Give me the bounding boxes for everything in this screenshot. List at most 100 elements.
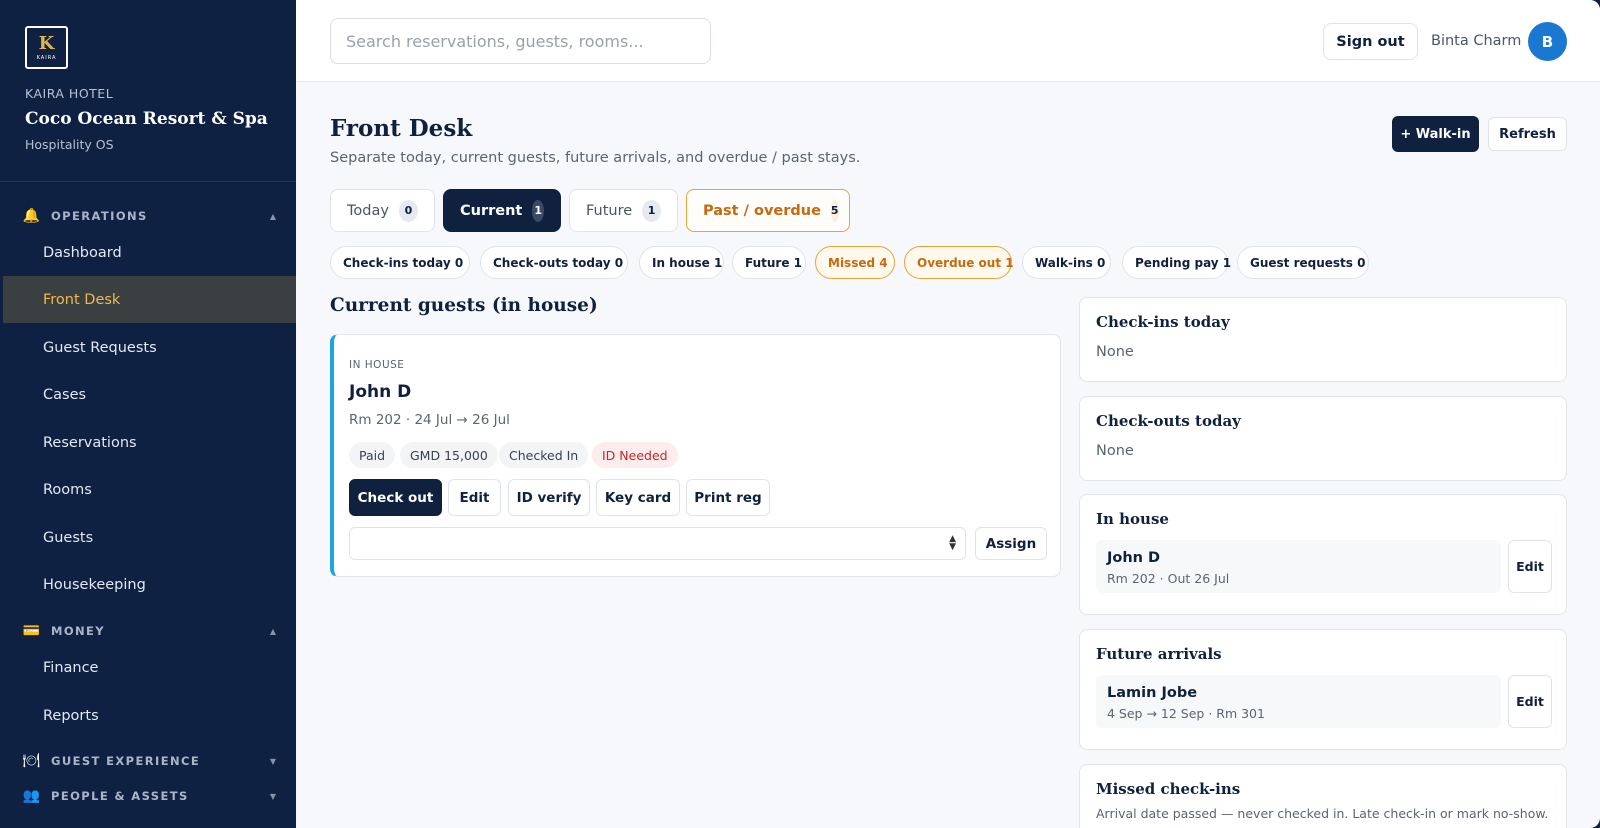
hotel-label: KAIRA HOTEL: [25, 86, 114, 101]
print-reg-button[interactable]: Print reg: [686, 479, 770, 516]
tab-current[interactable]: Current 1: [443, 189, 561, 232]
section-guest-experience[interactable]: 🍽 GUEST EXPERIENCE ▼: [22, 750, 276, 772]
sidebar-item-reservations[interactable]: Reservations: [3, 419, 296, 466]
section-money[interactable]: 💳 MONEY ▲: [22, 620, 276, 642]
edit-button[interactable]: Edit: [1508, 540, 1552, 593]
refresh-button[interactable]: Refresh: [1488, 117, 1567, 151]
top-bar: Sign out Binta Charm B: [296, 0, 1600, 82]
chip-overdue-out[interactable]: Overdue out 1: [904, 246, 1014, 279]
tab-today[interactable]: Today 0: [330, 189, 435, 232]
guest-name: John D: [349, 382, 412, 402]
paid-badge: Paid: [349, 442, 396, 468]
sidebar: K KAIRA KAIRA HOTEL Coco Ocean Resort & …: [0, 0, 296, 828]
sidebar-item-front-desk[interactable]: Front Desk: [3, 276, 296, 323]
guest-details: Rm 202 · Out 26 Jul: [1107, 571, 1230, 586]
logo-initial: K: [38, 32, 55, 54]
panel-empty: None: [1096, 443, 1134, 459]
sidebar-item-guests[interactable]: Guests: [3, 514, 296, 561]
select-arrows-icon: ▲ ▼: [949, 534, 956, 552]
panel-title: Check-outs today: [1096, 412, 1241, 430]
chip-future[interactable]: Future 1: [732, 246, 806, 279]
tab-count: 5: [830, 199, 839, 222]
chip-guest-requests[interactable]: Guest requests 0: [1237, 246, 1369, 279]
guest-card: IN HOUSE John D Rm 202 · 24 Jul → 26 Jul…: [330, 334, 1061, 577]
section-label: OPERATIONS: [51, 209, 148, 223]
key-card-button[interactable]: Key card: [596, 479, 680, 516]
walk-in-button[interactable]: + Walk-in: [1392, 116, 1479, 152]
panel-title: Future arrivals: [1096, 645, 1222, 663]
chip-in-house[interactable]: In house 1: [639, 246, 724, 279]
chevron-down-icon: ▼: [269, 756, 276, 766]
guest-name: Lamin Jobe: [1107, 685, 1198, 701]
sidebar-item-reports[interactable]: Reports: [3, 692, 296, 739]
credit-card-icon: 💳: [22, 623, 41, 639]
chevron-up-icon: ▲: [269, 211, 276, 221]
id-needed-badge: ID Needed: [592, 442, 678, 468]
tab-label: Current: [460, 202, 523, 219]
guest-status: IN HOUSE: [349, 359, 405, 371]
sidebar-item-guest-requests[interactable]: Guest Requests: [3, 324, 296, 371]
guest-name: John D: [1107, 550, 1161, 566]
chevron-down-icon: ▼: [269, 791, 276, 801]
section-label: PEOPLE & ASSETS: [51, 789, 189, 803]
checked-in-badge: Checked In: [499, 442, 589, 468]
tab-label: Today: [347, 202, 389, 219]
list-item[interactable]: Lamin Jobe 4 Sep → 12 Sep · Rm 301: [1096, 675, 1501, 728]
id-verify-button[interactable]: ID verify: [508, 479, 590, 516]
section-label: MONEY: [51, 624, 106, 638]
assign-button[interactable]: Assign: [975, 527, 1047, 560]
chip-checkouts-today[interactable]: Check-outs today 0: [480, 246, 628, 279]
chip-missed[interactable]: Missed 4: [815, 246, 895, 279]
tab-label: Future: [586, 202, 633, 219]
edit-button[interactable]: Edit: [1508, 675, 1552, 728]
panel-checkins-today: Check-ins today None: [1079, 297, 1567, 382]
assign-select[interactable]: ▲ ▼: [349, 527, 966, 560]
hotel-logo[interactable]: K KAIRA: [25, 26, 68, 69]
section-people-assets[interactable]: 👥 PEOPLE & ASSETS ▼: [22, 785, 276, 807]
user-name: Binta Charm: [1431, 33, 1522, 49]
tab-count: 1: [532, 199, 544, 222]
sidebar-item-dashboard[interactable]: Dashboard: [3, 229, 296, 276]
chevron-up-icon: ▲: [269, 626, 276, 636]
main-content: Sign out Binta Charm B Front Desk Separa…: [296, 0, 1600, 828]
panel-title: In house: [1096, 510, 1169, 528]
panel-in-house: In house John D Rm 202 · Out 26 Jul Edit: [1079, 494, 1567, 615]
hotel-name: Coco Ocean Resort & Spa: [25, 109, 268, 129]
sidebar-item-rooms[interactable]: Rooms: [3, 466, 296, 513]
panel-note: Arrival date passed — never checked in. …: [1096, 806, 1549, 821]
sidebar-item-finance[interactable]: Finance: [3, 644, 296, 691]
panel-future-arrivals: Future arrivals Lamin Jobe 4 Sep → 12 Se…: [1079, 629, 1567, 750]
avatar[interactable]: B: [1528, 22, 1567, 61]
logo-text: KAIRA: [36, 54, 57, 61]
list-item[interactable]: John D Rm 202 · Out 26 Jul: [1096, 540, 1501, 593]
tab-label: Past / overdue: [703, 202, 821, 219]
current-guests-title: Current guests (in house): [330, 295, 598, 316]
edit-button[interactable]: Edit: [448, 479, 501, 516]
tab-past-overdue[interactable]: Past / overdue 5: [686, 189, 850, 232]
page-subtitle: Separate today, current guests, future a…: [330, 150, 861, 166]
brand-block: K KAIRA KAIRA HOTEL Coco Ocean Resort & …: [0, 0, 296, 182]
bell-icon: 🔔: [22, 208, 41, 224]
sidebar-item-housekeeping[interactable]: Housekeeping: [3, 561, 296, 608]
guest-details: 4 Sep → 12 Sep · Rm 301: [1107, 706, 1265, 721]
panel-title: Check-ins today: [1096, 313, 1230, 331]
panel-checkouts-today: Check-outs today None: [1079, 396, 1567, 481]
amount-badge: GMD 15,000: [400, 442, 498, 468]
sign-out-button[interactable]: Sign out: [1323, 23, 1418, 60]
chip-walk-ins[interactable]: Walk-ins 0: [1022, 246, 1111, 279]
search-input[interactable]: [330, 18, 711, 64]
tab-count: 1: [642, 199, 661, 222]
sidebar-item-cases[interactable]: Cases: [3, 371, 296, 418]
dining-plate-icon: 🍽: [22, 753, 41, 769]
chip-pending-pay[interactable]: Pending pay 1: [1122, 246, 1231, 279]
guest-stay-details: Rm 202 · 24 Jul → 26 Jul: [349, 412, 510, 428]
hotel-subtitle: Hospitality OS: [25, 137, 114, 152]
chip-checkins-today[interactable]: Check-ins today 0: [330, 246, 470, 279]
check-out-button[interactable]: Check out: [349, 479, 442, 516]
panel-title: Missed check-ins: [1096, 780, 1241, 798]
page-title: Front Desk: [330, 115, 473, 142]
tab-future[interactable]: Future 1: [569, 189, 678, 232]
tab-count: 0: [398, 199, 418, 222]
people-icon: 👥: [22, 788, 41, 804]
section-operations[interactable]: 🔔 OPERATIONS ▲: [22, 205, 276, 227]
